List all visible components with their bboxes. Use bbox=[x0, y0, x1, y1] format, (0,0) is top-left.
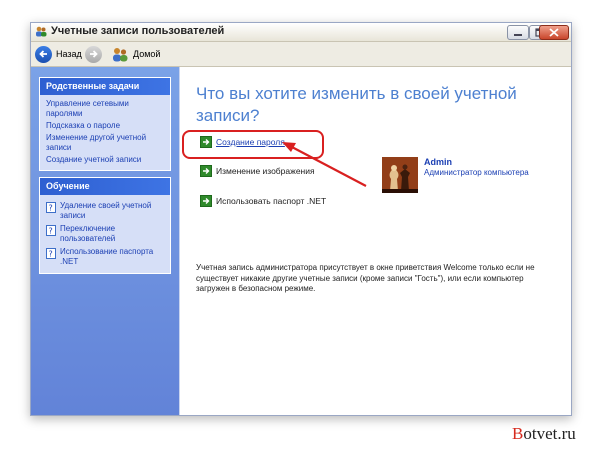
title-bar[interactable]: Учетные записи пользователей bbox=[31, 23, 571, 42]
home-users-icon bbox=[113, 47, 128, 61]
back-label: Назад bbox=[56, 49, 82, 59]
home-button[interactable]: Домой bbox=[111, 45, 160, 63]
help-item-net-passport[interactable]: ? Использование паспорта .NET bbox=[46, 247, 166, 267]
green-arrow-icon bbox=[200, 195, 212, 207]
back-arrow-icon bbox=[35, 45, 52, 63]
users-app-icon bbox=[36, 26, 47, 37]
window-title: Учетные записи пользователей bbox=[51, 25, 225, 37]
sidebar-link-create-account[interactable]: Создание учетной записи bbox=[46, 155, 166, 165]
help-item-label: Переключение пользователей bbox=[60, 224, 116, 243]
account-name[interactable]: Admin bbox=[424, 157, 529, 167]
task-net-passport[interactable]: Использовать паспорт .NET bbox=[200, 195, 326, 207]
sidebar-link-password-hint[interactable]: Подсказка о пароле bbox=[46, 121, 166, 131]
learn-panel: Обучение ? Удаление своей учетной записи… bbox=[39, 177, 171, 274]
account-card: Admin Администратор компьютера bbox=[382, 157, 529, 193]
help-item-switch-users[interactable]: ? Переключение пользователей bbox=[46, 224, 166, 244]
minimize-button[interactable] bbox=[507, 25, 529, 40]
window-body: Родственные задачи Управление сетевыми п… bbox=[31, 67, 571, 415]
related-tasks-title: Родственные задачи bbox=[40, 78, 170, 95]
account-role: Администратор компьютера bbox=[424, 168, 529, 177]
back-button[interactable]: Назад bbox=[35, 45, 82, 63]
minimize-icon bbox=[514, 34, 522, 36]
sidebar-link-network-passwords[interactable]: Управление сетевыми паролями bbox=[46, 99, 166, 119]
red-arrow-icon bbox=[282, 142, 367, 187]
sidebar: Родственные задачи Управление сетевыми п… bbox=[31, 67, 179, 415]
chess-avatar-icon bbox=[382, 157, 418, 193]
help-question-icon: ? bbox=[46, 248, 56, 259]
svg-text:?: ? bbox=[49, 204, 53, 213]
task-label: Использовать паспорт .NET bbox=[216, 196, 327, 206]
user-accounts-window: Учетные записи пользователей Назад Домой… bbox=[30, 22, 572, 416]
toolbar: Назад Домой bbox=[31, 42, 571, 67]
help-item-label: Использование паспорта .NET bbox=[60, 247, 154, 266]
learn-title: Обучение bbox=[40, 178, 170, 195]
help-question-icon: ? bbox=[46, 225, 56, 236]
help-item-delete-account[interactable]: ? Удаление своей учетной записи bbox=[46, 201, 166, 221]
close-button[interactable] bbox=[539, 25, 569, 40]
home-label: Домой bbox=[133, 49, 161, 59]
close-icon bbox=[549, 28, 559, 37]
related-tasks-panel: Родственные задачи Управление сетевыми п… bbox=[39, 77, 171, 171]
help-question-icon: ? bbox=[46, 202, 56, 213]
forward-button[interactable] bbox=[85, 45, 102, 63]
page-heading: Что вы хотите изменить в своей учетной з… bbox=[196, 84, 517, 125]
site-watermark: Botvet.ru bbox=[512, 424, 576, 443]
main-content: Что вы хотите изменить в своей учетной з… bbox=[179, 67, 571, 415]
svg-text:?: ? bbox=[49, 227, 53, 236]
svg-text:?: ? bbox=[49, 250, 53, 259]
green-arrow-icon bbox=[200, 165, 212, 177]
help-item-label: Удаление своей учетной записи bbox=[60, 201, 152, 220]
sidebar-link-change-other-account[interactable]: Изменение другой учетной записи bbox=[46, 133, 166, 153]
info-text: Учетная запись администратора присутству… bbox=[196, 263, 535, 293]
forward-arrow-icon bbox=[85, 45, 102, 63]
